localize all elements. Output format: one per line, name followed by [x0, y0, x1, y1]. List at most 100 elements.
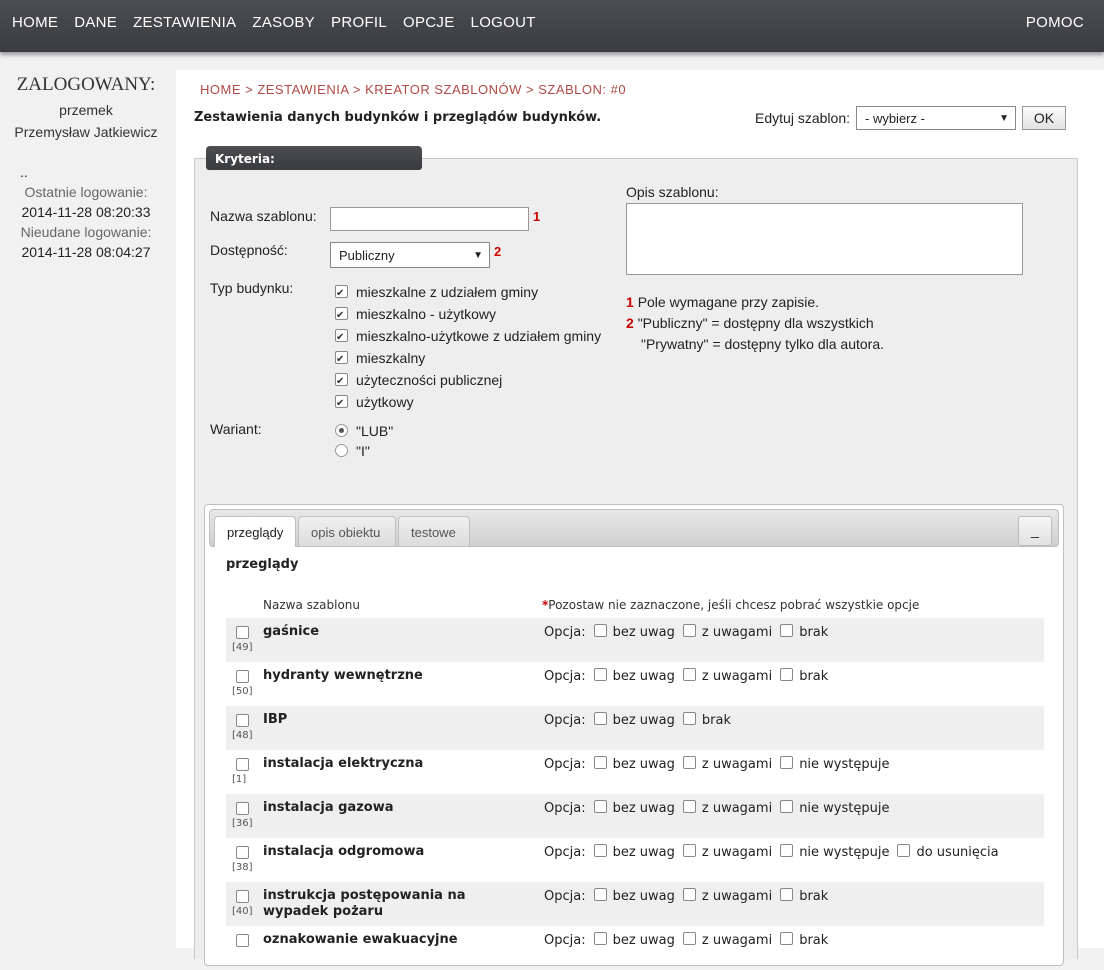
nav-home[interactable]: HOME [12, 14, 58, 31]
ok-button[interactable]: OK [1022, 106, 1066, 130]
checkbox-checked[interactable] [335, 371, 348, 393]
option-checkbox[interactable]: bez uwag [593, 888, 675, 904]
checkbox-unchecked[interactable] [780, 844, 794, 857]
checkbox-checked[interactable] [335, 305, 348, 327]
nav-zestawienia[interactable]: ZESTAWIENIA [133, 14, 236, 31]
option-checkbox[interactable]: bez uwag [593, 712, 675, 728]
checkbox-unchecked[interactable] [593, 932, 607, 945]
nav-opcje[interactable]: OPCJE [403, 14, 455, 31]
building-type-item[interactable]: mieszkalno-użytkowe z udziałem gminy [335, 325, 601, 349]
edit-template-select[interactable]: - wybierz - ▼ [856, 106, 1016, 130]
checkbox-unchecked[interactable] [593, 668, 607, 681]
checkbox-unchecked[interactable] [780, 668, 794, 681]
row-checkbox[interactable] [236, 670, 249, 683]
nav-logout[interactable]: LOGOUT [471, 14, 536, 31]
row-checkbox[interactable] [236, 934, 249, 947]
minimize-button[interactable]: _ [1018, 516, 1052, 546]
description-textarea[interactable] [626, 203, 1023, 275]
variant-lub[interactable]: "LUB" [335, 421, 393, 441]
note-1: 1 Pole wymagane przy zapisie. [626, 294, 819, 310]
building-type-item[interactable]: użyteczności publicznej [335, 369, 601, 393]
access-select[interactable]: Publiczny ▼ [330, 242, 490, 268]
table-row: [40] instrukcja postępowania na wypadek p… [226, 882, 1044, 926]
building-type-item[interactable]: mieszkalne z udziałem gminy [335, 281, 601, 305]
radio-unselected[interactable] [335, 444, 348, 457]
option-checkbox[interactable]: brak [780, 932, 828, 948]
option-checkbox[interactable]: brak [682, 712, 731, 728]
required-marker-2: 2 [494, 244, 502, 259]
variant-i[interactable]: "I" [335, 441, 393, 461]
option-checkbox[interactable]: nie występuje [780, 800, 889, 816]
building-type-item[interactable]: mieszkalny [335, 347, 601, 371]
option-checkbox[interactable]: z uwagami [682, 624, 772, 640]
checkbox-unchecked[interactable] [593, 844, 607, 857]
nav-zasoby[interactable]: ZASOBY [252, 14, 315, 31]
row-checkbox[interactable] [236, 846, 249, 859]
row-id: [36] [232, 818, 253, 829]
checkbox-unchecked[interactable] [593, 624, 607, 637]
checkbox-unchecked[interactable] [682, 624, 696, 637]
checkbox-unchecked[interactable] [780, 800, 794, 813]
nav-help[interactable]: POMOC [1026, 14, 1084, 31]
tab-testowe[interactable]: testowe [398, 516, 470, 546]
row-id: [48] [232, 730, 253, 741]
checkbox-unchecked[interactable] [593, 756, 607, 769]
building-type-item[interactable]: użytkowy [335, 391, 601, 415]
checkbox-unchecked[interactable] [682, 888, 696, 901]
checkbox-checked[interactable] [335, 327, 348, 349]
nav-dane[interactable]: DANE [74, 14, 117, 31]
checkbox-unchecked[interactable] [593, 800, 607, 813]
access-label: Dostępność: [210, 242, 288, 258]
option-checkbox[interactable]: bez uwag [593, 756, 675, 772]
option-checkbox[interactable]: brak [780, 624, 828, 640]
option-checkbox[interactable]: bez uwag [593, 624, 675, 640]
row-checkbox[interactable] [236, 802, 249, 815]
option-checkbox[interactable]: brak [780, 888, 828, 904]
option-checkbox[interactable]: do usunięcia [897, 844, 999, 860]
option-checkbox[interactable]: nie występuje [780, 844, 889, 860]
option-checkbox[interactable]: z uwagami [682, 888, 772, 904]
checkbox-unchecked[interactable] [593, 888, 607, 901]
checkbox-unchecked[interactable] [682, 844, 696, 857]
checkbox-unchecked[interactable] [682, 800, 696, 813]
option-checkbox[interactable]: brak [780, 668, 828, 684]
checkbox-unchecked[interactable] [593, 712, 607, 725]
option-checkbox[interactable]: z uwagami [682, 800, 772, 816]
option-label: Opcja: [544, 669, 586, 684]
option-checkbox[interactable]: nie występuje [780, 756, 889, 772]
checkbox-checked[interactable] [335, 393, 348, 415]
row-checkbox[interactable] [236, 890, 249, 903]
option-checkbox[interactable]: bez uwag [593, 844, 675, 860]
checkbox-unchecked[interactable] [682, 932, 696, 945]
template-name-input[interactable] [330, 207, 529, 231]
row-checkbox[interactable] [236, 714, 249, 727]
checkbox-unchecked[interactable] [682, 712, 696, 725]
checkbox-unchecked[interactable] [780, 624, 794, 637]
checkbox-unchecked[interactable] [780, 756, 794, 769]
last-login-label: Ostatnie logowanie: [24, 184, 148, 200]
radio-selected[interactable] [335, 424, 348, 437]
tab-opis-obiektu[interactable]: opis obiektu [298, 516, 396, 546]
option-checkbox[interactable]: z uwagami [682, 668, 772, 684]
checkbox-unchecked[interactable] [780, 888, 794, 901]
option-checkbox[interactable]: bez uwag [593, 932, 675, 948]
option-checkbox[interactable]: z uwagami [682, 844, 772, 860]
row-options: Opcja: bez uwag z uwagami nie występuje do u… [544, 844, 999, 860]
table-row: [50] hydranty wewnętrzne Opcja: bez uwag z u… [226, 662, 1044, 706]
building-type-item[interactable]: mieszkalno - użytkowy [335, 303, 601, 327]
option-checkbox[interactable]: bez uwag [593, 800, 675, 816]
tab-przeglady[interactable]: przeglądy [214, 516, 296, 547]
checkbox-checked[interactable] [335, 349, 348, 371]
breadcrumb[interactable]: HOME > ZESTAWIENIA > KREATOR SZABLONÓW >… [200, 82, 626, 97]
checkbox-unchecked[interactable] [682, 668, 696, 681]
option-checkbox[interactable]: z uwagami [682, 932, 772, 948]
option-checkbox[interactable]: bez uwag [593, 668, 675, 684]
option-checkbox[interactable]: z uwagami [682, 756, 772, 772]
checkbox-unchecked[interactable] [780, 932, 794, 945]
checkbox-unchecked[interactable] [682, 756, 696, 769]
row-checkbox[interactable] [236, 758, 249, 771]
checkbox-unchecked[interactable] [897, 844, 911, 857]
nav-profil[interactable]: PROFIL [331, 14, 387, 31]
checkbox-checked[interactable] [335, 283, 348, 305]
row-checkbox[interactable] [236, 626, 249, 639]
